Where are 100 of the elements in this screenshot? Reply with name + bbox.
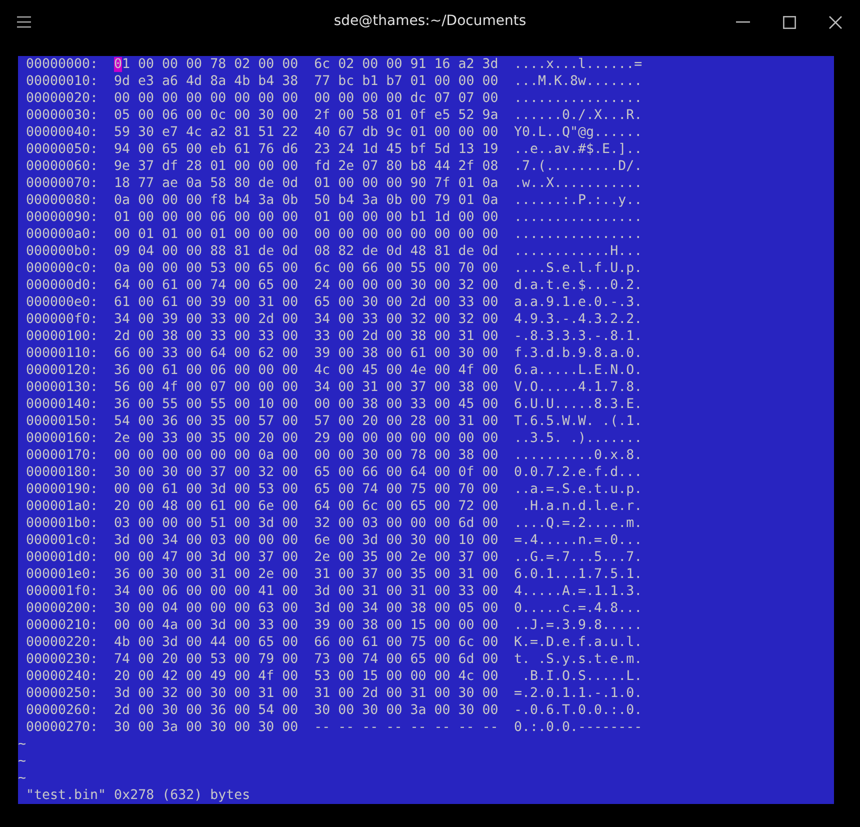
ascii-text: ......0./.X...R.	[514, 107, 642, 124]
hex-bytes: 34 00 39 00 33 00 2d 00 34 00 33 00 32 00 32 00	[114, 311, 500, 328]
ascii-text: 0.0.7.2.e.f.d...	[514, 464, 642, 481]
hex-bytes: 30 00 04 00 00 00 63 00 3d 00 34 00 38 00 05 00	[114, 600, 500, 617]
ascii-text: ................	[514, 209, 642, 226]
hex-bytes: 00 00 47 00 3d 00 37 00 2e 00 35 00 2e 00 37 00	[114, 549, 500, 566]
offset-address: 00000080:	[26, 192, 100, 209]
offset-address: 000000b0:	[26, 243, 100, 260]
offset-address: 000001b0:	[26, 515, 100, 532]
ascii-text: -.0.6.T.0.0.:.0.	[514, 702, 642, 719]
offset-address: 00000200:	[26, 600, 100, 617]
close-icon[interactable]	[829, 16, 842, 28]
ascii-text: 4.....A.=.1.1.3.	[514, 583, 642, 600]
hex-bytes: 61 00 61 00 39 00 31 00 65 00 30 00 2d 00 33 00	[114, 294, 500, 311]
ascii-text: ..a.=.S.e.t.u.p.	[514, 481, 642, 498]
hex-bytes: 4b 00 3d 00 44 00 65 00 66 00 61 00 75 00 6c 00	[114, 634, 500, 651]
hex-bytes: 20 00 42 00 49 00 4f 00 53 00 15 00 00 00 4c 00	[114, 668, 500, 685]
offset-address: 00000010:	[26, 73, 100, 90]
ascii-text: ..G.=.7...5...7.	[514, 549, 642, 566]
ascii-text: .7.(.........D/.	[514, 158, 642, 175]
status-line: "test.bin" 0x278 (632) bytes	[26, 787, 250, 804]
hex-bytes: 94 00 65 00 eb 61 76 d6 23 24 1d 45 bf 5d 13 19	[114, 141, 500, 158]
maximize-icon[interactable]	[783, 16, 796, 28]
hex-bytes: 01 00 00 00 06 00 00 00 01 00 00 00 b1 1d 00 00	[114, 209, 500, 226]
offset-address: 00000190:	[26, 481, 100, 498]
ascii-text: .B.I.O.S.....L.	[521, 668, 642, 685]
ascii-text: 6.a.....L.E.N.O.	[514, 362, 642, 379]
offset-address: 00000270:	[26, 719, 100, 736]
hex-bytes: 36 00 30 00 31 00 2e 00 31 00 37 00 35 00 31 00	[114, 566, 500, 583]
offset-address: 00000180:	[26, 464, 100, 481]
offset-address: 00000100:	[26, 328, 100, 345]
ascii-text: K.=.D.e.f.a.u.l.	[514, 634, 642, 651]
hex-bytes: 36 00 61 00 06 00 00 00 4c 00 45 00 4e 00 4f 00	[114, 362, 500, 379]
offset-address: 00000210:	[26, 617, 100, 634]
hex-bytes: 00 00 4a 00 3d 00 33 00 39 00 38 00 15 00 00 00	[114, 617, 500, 634]
offset-address: 00000020:	[26, 90, 100, 107]
offset-address: 00000070:	[26, 175, 100, 192]
offset-address: 00000160:	[26, 430, 100, 447]
ascii-text: -.8.3.3.3.-.8.1.	[514, 328, 642, 345]
offset-address: 00000220:	[26, 634, 100, 651]
offset-address: 00000060:	[26, 158, 100, 175]
hex-bytes: 30 00 3a 00 30 00 30 00 -- -- -- -- -- -- -- --	[114, 719, 500, 736]
ascii-text: V.O.....4.1.7.8.	[514, 379, 642, 396]
offset-address: 00000120:	[26, 362, 100, 379]
empty-line-marker: ~	[18, 736, 26, 753]
offset-address: 000001e0:	[26, 566, 100, 583]
ascii-text: ......:.P.:..y..	[514, 192, 642, 209]
ascii-text: ..3.5. .).......	[514, 430, 642, 447]
hex-bytes: 59 30 e7 4c a2 81 51 22 40 67 db 9c 01 00 00 00	[114, 124, 500, 141]
ascii-text: ............H...	[514, 243, 642, 260]
offset-address: 00000090:	[26, 209, 100, 226]
ascii-text: Y0.L..Q"@g......	[514, 124, 642, 141]
ascii-text: T.6.5.W.W. .(.1.	[514, 413, 642, 430]
hex-bytes: 2e 00 33 00 35 00 20 00 29 00 00 00 00 00 00 00	[114, 430, 500, 447]
ascii-text: 0.:.0.0.--------	[514, 719, 642, 736]
ascii-text: =.4.....n.=.0...	[514, 532, 642, 549]
hex-bytes: 2d 00 38 00 33 00 33 00 33 00 2d 00 38 00 31 00	[114, 328, 500, 345]
ascii-text: ................	[514, 90, 642, 107]
offset-address: 00000050:	[26, 141, 100, 158]
menu-icon[interactable]	[17, 16, 31, 28]
hex-bytes: 09 04 00 00 88 81 de 0d 08 82 de 0d 48 81 de 0d	[114, 243, 500, 260]
hex-bytes: 05 00 06 00 0c 00 30 00 2f 00 58 01 0f e5 52 9a	[114, 107, 500, 124]
offset-address: 000000d0:	[26, 277, 100, 294]
empty-line-marker: ~	[18, 753, 26, 770]
offset-address: 00000140:	[26, 396, 100, 413]
ascii-text: 0.....c.=.4.8...	[514, 600, 642, 617]
offset-address: 000001f0:	[26, 583, 100, 600]
offset-address: 000000e0:	[26, 294, 100, 311]
hex-bytes: 18 77 ae 0a 58 80 de 0d 01 00 00 00 90 7f 01 0a	[114, 175, 500, 192]
offset-address: 000001a0:	[26, 498, 100, 515]
offset-address: 000001c0:	[26, 532, 100, 549]
ascii-text: f.3.d.b.9.8.a.0.	[514, 345, 642, 362]
ascii-text: ...M.K.8w.......	[514, 73, 642, 90]
hex-bytes: 9d e3 a6 4d 8a 4b b4 38 77 bc b1 b7 01 00 00 00	[114, 73, 500, 90]
offset-address: 00000250:	[26, 685, 100, 702]
hex-bytes: 20 00 48 00 61 00 6e 00 64 00 6c 00 65 00 72 00	[114, 498, 500, 515]
offset-address: 00000150:	[26, 413, 100, 430]
offset-address: 00000030:	[26, 107, 100, 124]
ascii-text: ................	[514, 226, 642, 243]
hex-bytes: 3d 00 32 00 30 00 31 00 31 00 2d 00 31 00 30 00	[114, 685, 500, 702]
hex-bytes: 00 00 00 00 00 00 00 00 00 00 00 00 dc 07 07 00	[114, 90, 500, 107]
offset-address: 00000130:	[26, 379, 100, 396]
hex-bytes: 3d 00 34 00 03 00 00 00 6e 00 3d 00 30 00 10 00	[114, 532, 500, 549]
offset-address: 00000240:	[26, 668, 100, 685]
ascii-text: 6.U.U.....8.3.E.	[514, 396, 642, 413]
minimize-icon[interactable]	[736, 21, 750, 23]
ascii-text: ..........0.x.8.	[514, 447, 642, 464]
ascii-text: t. .S.y.s.t.e.m.	[514, 651, 642, 668]
hex-bytes: 00 00 61 00 3d 00 53 00 65 00 74 00 75 00 70 00	[114, 481, 500, 498]
hex-bytes: 00 01 01 00 01 00 00 00 00 00 00 00 00 00 00 00	[114, 226, 500, 243]
offset-address: 000000c0:	[26, 260, 100, 277]
ascii-text: .H.a.n.d.l.e.r.	[521, 498, 642, 515]
offset-address: 000000a0:	[26, 226, 100, 243]
ascii-text: d.a.t.e.$...0.2.	[514, 277, 642, 294]
offset-address: 00000000:	[26, 56, 100, 73]
hex-bytes: 36 00 55 00 55 00 10 00 00 00 38 00 33 00 45 00	[114, 396, 500, 413]
offset-address: 000000f0:	[26, 311, 100, 328]
hex-bytes: 01 00 00 00 78 02 00 00 6c 02 00 00 91 16 a2 3d	[114, 56, 500, 73]
ascii-text: a.a.9.1.e.0.-.3.	[514, 294, 642, 311]
hex-bytes: 64 00 61 00 74 00 65 00 24 00 00 00 30 00 32 00	[114, 277, 500, 294]
